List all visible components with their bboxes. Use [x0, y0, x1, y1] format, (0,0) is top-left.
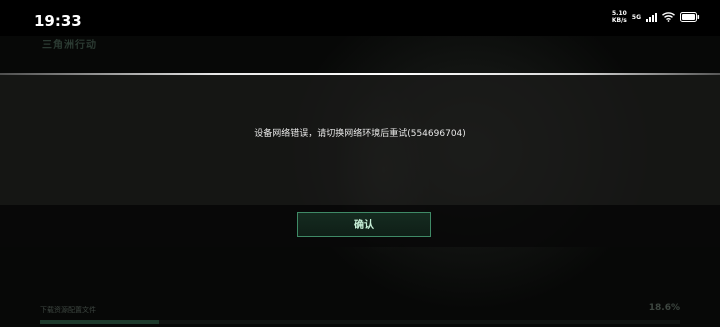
status-icons: 5.10 KB/s 5G [612, 10, 700, 24]
confirm-button[interactable]: 确认 [297, 212, 431, 237]
status-bar: 19:33 5.10 KB/s 5G [0, 0, 720, 36]
background-logo: 三角洲行动 [42, 40, 97, 51]
loading-progress-fill [40, 320, 160, 324]
signal-icon [646, 12, 657, 22]
game-screen: 三角洲行动 19:33 5.10 KB/s 5G 设备网络错误，请切换网络环境后… [0, 0, 720, 327]
error-message: 设备网络错误，请切换网络环境后重试(554696704) [254, 129, 466, 139]
battery-icon [680, 12, 700, 22]
loading-progress-bar [40, 320, 680, 324]
network-type: 5G [632, 14, 641, 21]
loading-label: 下载资源配置文件 [40, 306, 96, 314]
network-speed: 5.10 KB/s [612, 10, 627, 24]
wifi-icon [662, 12, 675, 22]
network-speed-unit: KB/s [611, 17, 627, 24]
loading-percent: 18.6% [648, 303, 680, 313]
error-dialog [0, 75, 720, 205]
network-speed-value: 5.10 [611, 10, 627, 17]
status-time: 19:33 [34, 12, 82, 30]
network-type-label: 5G [631, 13, 641, 21]
